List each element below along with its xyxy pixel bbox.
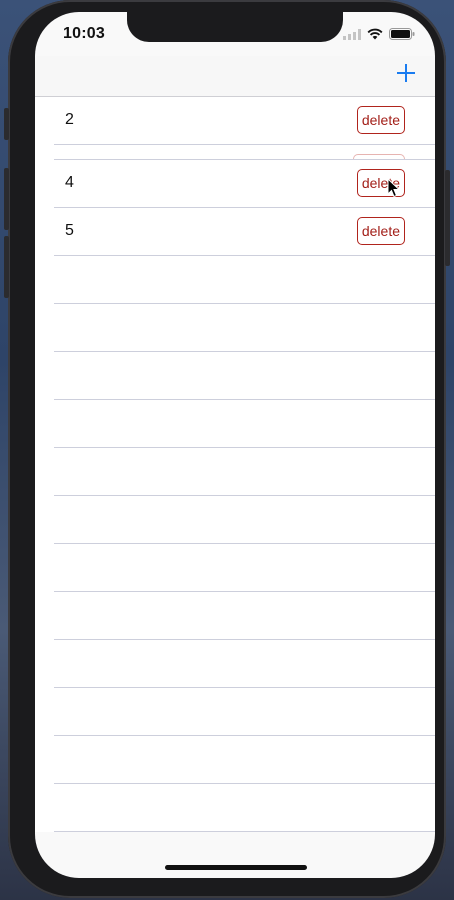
delete-button[interactable]: delete bbox=[356, 106, 405, 134]
volume-up-button bbox=[4, 168, 9, 230]
table-view: 2 delete delete 4 delete 5 delete bbox=[35, 97, 435, 832]
empty-table-row bbox=[35, 784, 435, 832]
volume-down-button bbox=[4, 236, 9, 298]
notch bbox=[127, 12, 343, 42]
mouse-cursor-icon bbox=[387, 178, 401, 198]
battery-icon bbox=[389, 28, 415, 40]
row-label: 2 bbox=[65, 111, 74, 128]
empty-table-row bbox=[35, 544, 435, 592]
mute-switch bbox=[4, 108, 9, 140]
empty-table-row bbox=[35, 256, 435, 304]
empty-table-row bbox=[35, 640, 435, 688]
row-label: 4 bbox=[65, 174, 74, 191]
empty-table-row bbox=[35, 400, 435, 448]
home-indicator bbox=[165, 865, 307, 870]
status-time: 10:03 bbox=[63, 25, 105, 42]
table-row-animating[interactable]: delete bbox=[35, 145, 435, 164]
app-screen: 10:03 2 delete 4 delete 5 delete bbox=[35, 12, 435, 878]
phone-frame: 10:03 2 delete 4 delete 5 delete bbox=[4, 0, 450, 898]
delete-button[interactable]: delete bbox=[356, 217, 405, 245]
empty-table-row bbox=[35, 688, 435, 736]
row-label: 5 bbox=[65, 222, 74, 239]
table-row[interactable]: 4 delete bbox=[35, 160, 435, 208]
empty-rows bbox=[35, 256, 435, 832]
table-row[interactable]: 2 delete bbox=[35, 97, 435, 145]
empty-table-row bbox=[35, 352, 435, 400]
status-icons bbox=[343, 28, 415, 40]
wifi-icon bbox=[367, 28, 383, 40]
navigation-bar bbox=[35, 56, 435, 97]
empty-table-row bbox=[35, 736, 435, 784]
signal-icon bbox=[343, 28, 361, 40]
power-button bbox=[445, 170, 450, 266]
empty-table-row bbox=[35, 448, 435, 496]
empty-table-row bbox=[35, 304, 435, 352]
empty-table-row bbox=[35, 592, 435, 640]
empty-table-row bbox=[35, 496, 435, 544]
plus-icon[interactable] bbox=[395, 62, 417, 84]
table-row[interactable]: 5 delete bbox=[35, 208, 435, 256]
